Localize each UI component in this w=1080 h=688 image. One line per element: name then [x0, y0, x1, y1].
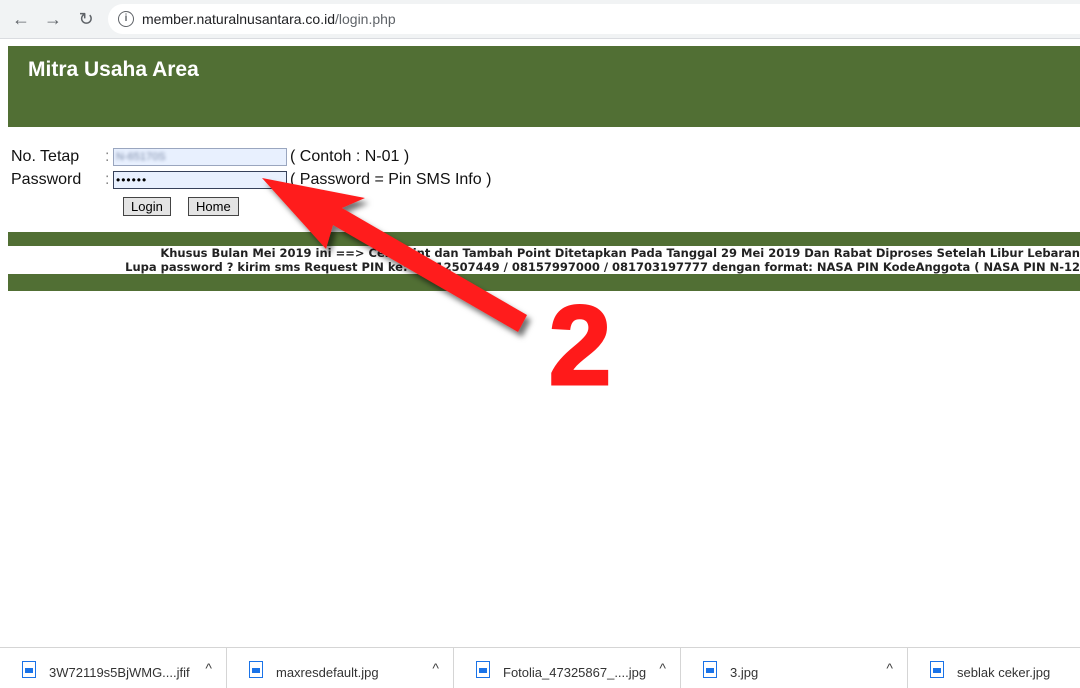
url-host: member.naturalnusantara.co.id	[142, 11, 335, 27]
step-number: 2	[549, 283, 611, 408]
notice-line-1: Khusus Bulan Mei 2019 ini ==> Cek Point …	[160, 246, 1080, 260]
file-icon	[22, 661, 36, 678]
notice-top-strip	[8, 232, 1080, 246]
file-icon	[476, 661, 490, 678]
address-bar[interactable]: i member.naturalnusantara.co.id/login.ph…	[108, 4, 1080, 34]
file-icon	[703, 661, 717, 678]
chevron-up-icon[interactable]: ^	[886, 660, 893, 676]
download-item[interactable]: 3.jpg ^	[681, 648, 908, 688]
home-button[interactable]: Home	[188, 197, 239, 216]
page-header: Mitra Usaha Area	[8, 46, 1080, 127]
no-tetap-label: No. Tetap	[11, 148, 80, 165]
url-path: /login.php	[335, 11, 396, 27]
downloads-bar: 3W72119s5BjWMG....jfif ^ maxresdefault.j…	[0, 647, 1080, 688]
download-filename: 3.jpg	[730, 665, 759, 680]
forward-icon[interactable]: →	[41, 7, 65, 31]
no-tetap-hint: ( Contoh : N-01 )	[290, 148, 410, 165]
no-tetap-colon: :	[105, 148, 110, 165]
password-hint: ( Password = Pin SMS Info )	[290, 171, 492, 188]
file-icon	[249, 661, 263, 678]
no-tetap-value: N-65170S	[116, 151, 166, 163]
download-filename: seblak ceker.jpg	[957, 665, 1051, 680]
back-icon[interactable]: ←	[9, 7, 33, 31]
password-input[interactable]: ••••••	[113, 171, 287, 189]
notice-bottom-strip	[8, 274, 1080, 291]
download-item[interactable]: seblak ceker.jpg	[908, 648, 1080, 688]
page-title: Mitra Usaha Area	[28, 58, 199, 81]
file-icon	[930, 661, 944, 678]
password-label: Password	[11, 171, 82, 188]
download-item[interactable]: Fotolia_47325867_....jpg ^	[454, 648, 681, 688]
browser-toolbar: ← → ↻ i member.naturalnusantara.co.id/lo…	[0, 0, 1080, 39]
info-icon[interactable]: i	[118, 11, 134, 27]
download-filename: 3W72119s5BjWMG....jfif	[49, 665, 190, 680]
chevron-up-icon[interactable]: ^	[205, 660, 212, 676]
chevron-up-icon[interactable]: ^	[659, 660, 666, 676]
download-item[interactable]: maxresdefault.jpg ^	[227, 648, 454, 688]
download-filename: Fotolia_47325867_....jpg	[503, 665, 647, 680]
login-button[interactable]: Login	[123, 197, 171, 216]
notice-line-2: Lupa password ? kirim sms Request PIN ke…	[125, 260, 1080, 274]
chevron-up-icon[interactable]: ^	[432, 660, 439, 676]
url-text[interactable]: member.naturalnusantara.co.id/login.php	[142, 11, 396, 27]
download-item[interactable]: 3W72119s5BjWMG....jfif ^	[0, 648, 227, 688]
reload-icon[interactable]: ↻	[74, 7, 98, 31]
no-tetap-input[interactable]: N-65170S	[113, 148, 287, 166]
password-colon: :	[105, 171, 110, 188]
download-filename: maxresdefault.jpg	[276, 665, 379, 680]
